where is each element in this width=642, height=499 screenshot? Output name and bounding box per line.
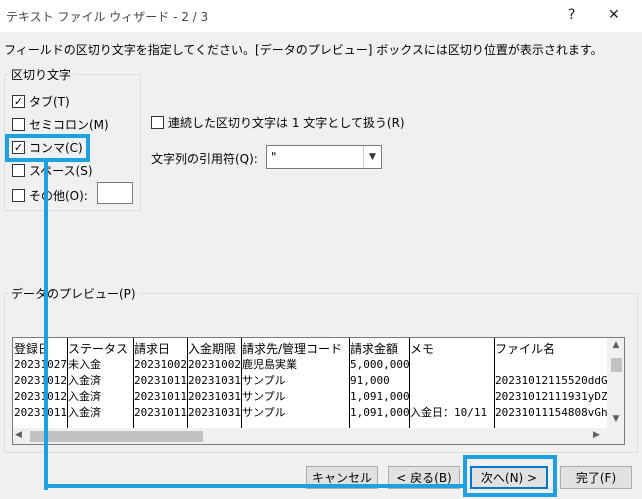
semicolon-checkbox[interactable] bbox=[12, 117, 25, 131]
consecutive-checkbox[interactable] bbox=[151, 115, 164, 129]
preview-horizontal-scrollbar[interactable]: ◀ ▶ bbox=[13, 428, 607, 444]
finish-button[interactable]: 完了(F) bbox=[560, 466, 632, 489]
preview-cell: 20231011 bbox=[134, 406, 187, 419]
other-checkbox-row[interactable]: その他(O): bbox=[12, 186, 88, 204]
scroll-down-icon[interactable]: ▼ bbox=[607, 414, 624, 424]
vertical-scroll-thumb[interactable] bbox=[611, 358, 622, 372]
instructions-text: フィールドの区切り文字を指定してください。[データのプレビュー] ボックスには区… bbox=[4, 43, 603, 57]
preview-header-cell: 入金期限 bbox=[188, 342, 237, 356]
back-button[interactable]: < 戻る(B) bbox=[388, 466, 460, 489]
title-bar: テキスト ファイル ウィザード - 2 / 3 ? ✕ bbox=[0, 0, 642, 32]
preview-vertical-scrollbar[interactable]: ▲ ▼ bbox=[607, 338, 624, 428]
scroll-right-icon[interactable]: ▶ bbox=[593, 430, 600, 440]
space-checkbox-label: スペース(S) bbox=[29, 163, 93, 178]
preview-cell: 20231002 bbox=[188, 358, 241, 371]
preview-cell: 1,091,000 bbox=[350, 390, 409, 403]
text-qualifier-label: 文字列の引用符(Q): bbox=[151, 152, 258, 166]
consecutive-checkbox-row[interactable]: 連続した区切り文字は 1 文字として扱う(R) bbox=[151, 113, 405, 131]
preview-cell: 入金済 bbox=[68, 406, 101, 419]
preview-cell: 20231031 bbox=[188, 374, 241, 387]
preview-cell: 91,000 bbox=[350, 374, 390, 387]
preview-group-label: データのプレビュー(P) bbox=[8, 285, 139, 302]
preview-cell: 20231011154808vGh.p bbox=[495, 406, 607, 419]
delimiters-group-label: 区切り文字 bbox=[8, 66, 75, 83]
preview-cell: 入金日：10/11 bbox=[410, 406, 488, 419]
preview-header-cell: 請求先/管理コード bbox=[242, 342, 343, 356]
preview-cell bbox=[494, 357, 607, 373]
preview-cell: 鹿児島実業 bbox=[242, 358, 297, 371]
semicolon-checkbox-label: セミコロン(M) bbox=[29, 117, 109, 132]
text-qualifier-select[interactable]: " ▼ bbox=[266, 145, 382, 169]
preview-header-cell: メモ bbox=[410, 342, 435, 356]
preview-cell: 1,091,000 bbox=[350, 406, 409, 419]
preview-header-cell: ステータス bbox=[68, 342, 129, 356]
data-preview[interactable]: 登録日 ステータス 請求日 入金期限 請求先/管理コード 請求金額 メモ ファイ… bbox=[12, 337, 625, 445]
preview-cell: 20231011 bbox=[14, 406, 67, 419]
preview-cell bbox=[409, 389, 494, 405]
comma-checkbox-row[interactable]: ✓ コンマ(C) bbox=[12, 138, 83, 156]
window-title: テキスト ファイル ウィザード - 2 / 3 bbox=[6, 10, 209, 24]
preview-cell: 20231011 bbox=[134, 390, 187, 403]
preview-cell: 20231012111931yDZ.p bbox=[495, 390, 607, 403]
other-checkbox-label: その他(O): bbox=[29, 188, 88, 203]
preview-cell: サンプル bbox=[242, 390, 286, 403]
preview-cell: 未入金 bbox=[68, 358, 101, 371]
preview-cell: 入金済 bbox=[68, 390, 101, 403]
preview-cell: 20231031 bbox=[188, 390, 241, 403]
preview-header-cell: 登録日 bbox=[14, 342, 51, 356]
preview-cell: 20231012 bbox=[14, 374, 67, 387]
text-qualifier-value: " bbox=[271, 150, 277, 164]
preview-cell: 20231012 bbox=[14, 390, 67, 403]
scrollbar-corner bbox=[607, 428, 624, 444]
preview-cell: 入金済 bbox=[68, 374, 101, 387]
chevron-down-icon[interactable]: ▼ bbox=[363, 146, 381, 168]
scroll-left-icon[interactable]: ◀ bbox=[15, 430, 22, 440]
preview-cell: 20231012115520ddG.p bbox=[495, 374, 607, 387]
tab-checkbox[interactable]: ✓ bbox=[12, 94, 25, 108]
preview-cell: サンプル bbox=[242, 406, 286, 419]
next-button[interactable]: 次へ(N) > bbox=[470, 466, 548, 489]
other-delimiter-input[interactable] bbox=[97, 182, 133, 204]
help-button[interactable]: ? bbox=[568, 6, 575, 24]
preview-cell: 20231011 bbox=[134, 374, 187, 387]
close-button[interactable]: ✕ bbox=[608, 6, 620, 24]
preview-header-cell: ファイル名 bbox=[495, 342, 556, 356]
space-checkbox-row[interactable]: スペース(S) bbox=[12, 161, 93, 179]
preview-cell: サンプル bbox=[242, 374, 286, 387]
preview-cell bbox=[409, 357, 494, 373]
consecutive-checkbox-label: 連続した区切り文字は 1 文字として扱う(R) bbox=[168, 115, 405, 130]
space-checkbox[interactable] bbox=[12, 163, 25, 177]
preview-cell: 5,000,000 bbox=[350, 358, 409, 371]
preview-header-cell: 請求日 bbox=[134, 342, 171, 356]
preview-cell: 20231002 bbox=[134, 358, 187, 371]
tab-checkbox-row[interactable]: ✓ タブ(T) bbox=[12, 92, 70, 110]
scroll-up-icon[interactable]: ▲ bbox=[607, 340, 624, 350]
tab-checkbox-label: タブ(T) bbox=[29, 94, 70, 109]
preview-cell: 20231027 bbox=[14, 358, 67, 371]
preview-cell bbox=[409, 373, 494, 389]
preview-cell: 20231031 bbox=[188, 406, 241, 419]
cancel-button[interactable]: キャンセル bbox=[306, 466, 378, 489]
preview-header-cell: 請求金額 bbox=[350, 342, 399, 356]
other-checkbox[interactable] bbox=[12, 188, 25, 202]
horizontal-scroll-thumb[interactable] bbox=[30, 431, 203, 442]
semicolon-checkbox-row[interactable]: セミコロン(M) bbox=[12, 115, 109, 133]
comma-checkbox-label: コンマ(C) bbox=[29, 140, 83, 155]
comma-checkbox[interactable]: ✓ bbox=[12, 140, 25, 154]
